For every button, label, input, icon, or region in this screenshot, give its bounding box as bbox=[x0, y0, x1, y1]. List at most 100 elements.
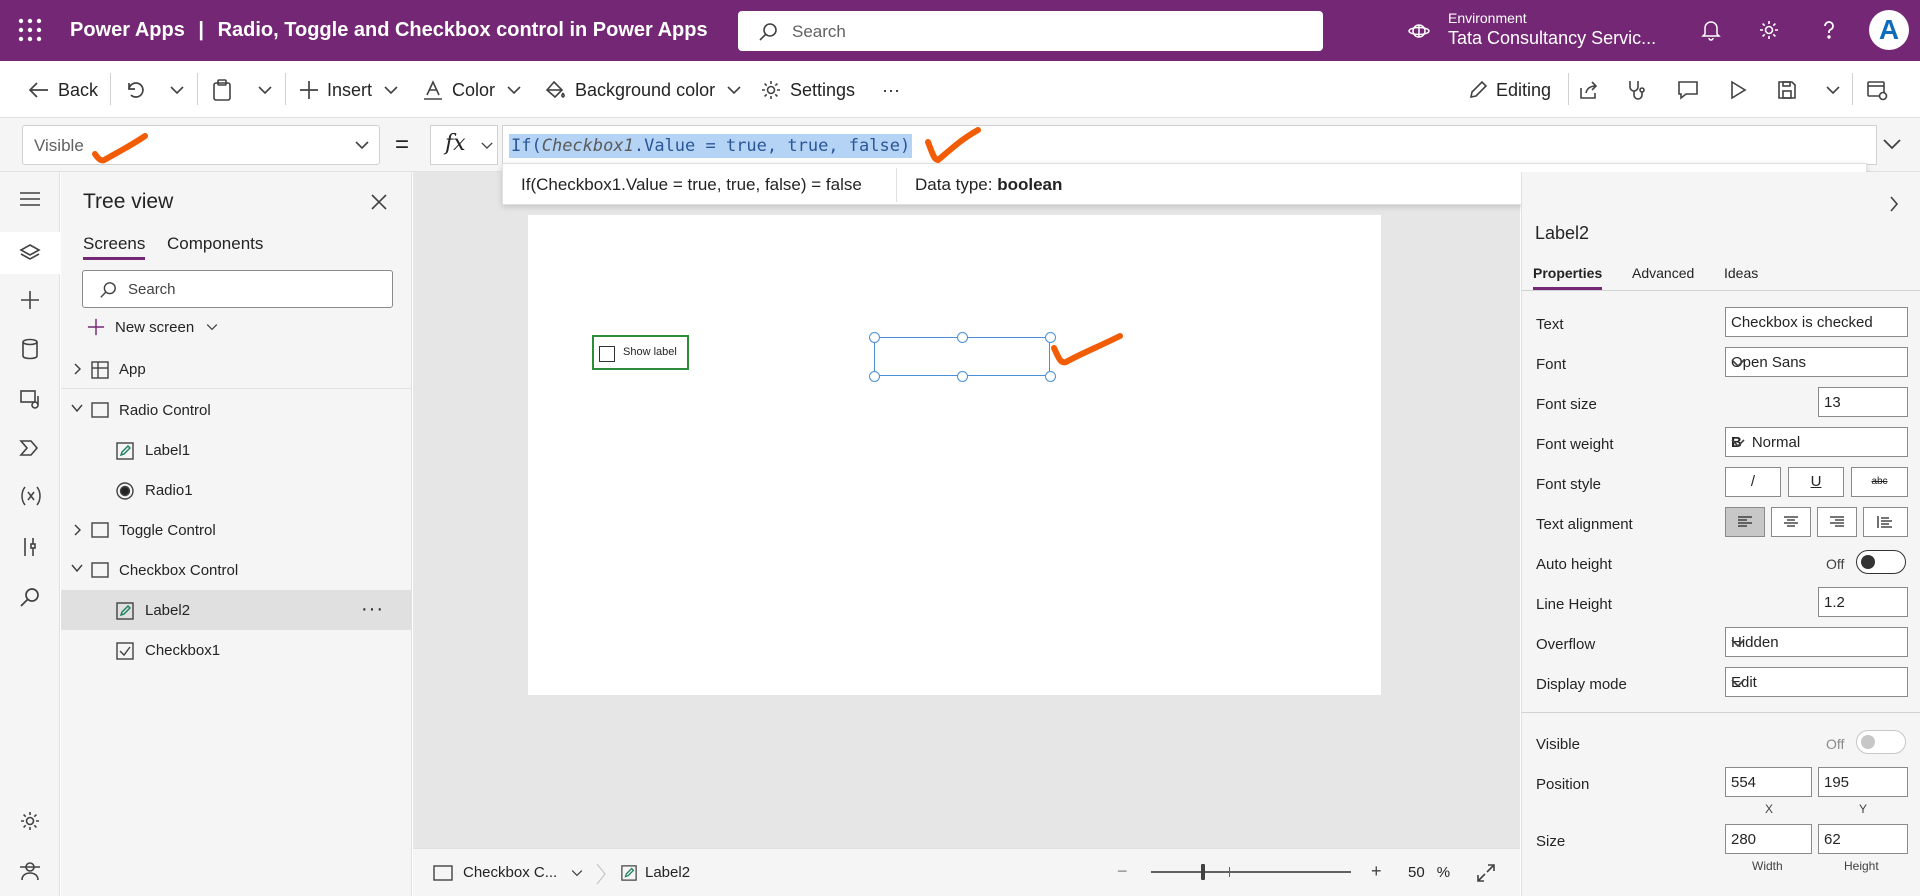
height-input[interactable]: 62 bbox=[1818, 824, 1908, 854]
visible-toggle[interactable] bbox=[1856, 730, 1906, 754]
publish-button[interactable] bbox=[1866, 75, 1888, 105]
undo-button[interactable] bbox=[124, 75, 144, 105]
layers-icon[interactable] bbox=[19, 243, 41, 263]
label2-selection[interactable] bbox=[869, 332, 1056, 382]
zoom-slider[interactable] bbox=[1151, 864, 1351, 880]
tree-item-checkbox-control[interactable]: Checkbox Control bbox=[61, 550, 411, 590]
tree-item-label2[interactable]: Label2 ··· bbox=[61, 590, 411, 630]
chevron-right-icon[interactable] bbox=[73, 363, 81, 375]
width-input[interactable]: 280 bbox=[1725, 824, 1812, 854]
tree-item-toggle-control[interactable]: Toggle Control bbox=[61, 510, 411, 550]
power-automate-icon[interactable] bbox=[19, 437, 41, 459]
resize-handle[interactable] bbox=[869, 332, 880, 343]
chevron-down-icon[interactable] bbox=[71, 564, 83, 572]
gear-icon[interactable] bbox=[1758, 19, 1780, 41]
more-commands-button[interactable]: ··· bbox=[882, 75, 900, 105]
expand-formula-icon[interactable] bbox=[1882, 138, 1902, 150]
close-icon[interactable] bbox=[371, 194, 387, 210]
tree-item-app[interactable]: App bbox=[61, 349, 411, 389]
function-button[interactable]: fx bbox=[430, 125, 498, 165]
tab-screens[interactable]: Screens bbox=[83, 234, 146, 260]
search-icon[interactable] bbox=[19, 586, 41, 608]
global-search[interactable]: Search bbox=[738, 11, 1323, 51]
waffle-icon[interactable] bbox=[18, 18, 42, 42]
checkbox-control[interactable]: Show label bbox=[592, 335, 689, 370]
paste-dropdown[interactable] bbox=[258, 75, 272, 105]
editing-button[interactable]: Editing bbox=[1468, 75, 1551, 105]
align-center-button[interactable] bbox=[1771, 507, 1811, 537]
preview-button[interactable] bbox=[1728, 75, 1748, 105]
paste-button[interactable] bbox=[212, 75, 232, 105]
align-left-button[interactable] bbox=[1725, 507, 1765, 537]
tree-item-radio1[interactable]: Radio1 bbox=[61, 470, 411, 510]
settings-button[interactable]: Settings bbox=[760, 75, 855, 105]
tree-search-input[interactable]: Search bbox=[82, 270, 393, 308]
chevron-down-icon[interactable] bbox=[71, 404, 83, 412]
tools-icon[interactable] bbox=[19, 536, 41, 558]
background-color-button[interactable]: Background color bbox=[545, 75, 741, 105]
font-weight-dropdown[interactable]: B Normal bbox=[1725, 427, 1908, 457]
tab-properties[interactable]: Properties bbox=[1533, 265, 1603, 290]
avatar[interactable]: A bbox=[1869, 10, 1909, 50]
position-y-input[interactable]: 195 bbox=[1818, 767, 1908, 797]
share-button[interactable] bbox=[1578, 75, 1600, 105]
property-dropdown[interactable]: Visible bbox=[22, 125, 380, 165]
font-dropdown[interactable]: Open Sans bbox=[1725, 347, 1908, 377]
tree-item-label1[interactable]: Label1 bbox=[61, 430, 411, 470]
app-checker-button[interactable] bbox=[1626, 75, 1648, 105]
tab-advanced[interactable]: Advanced bbox=[1632, 265, 1694, 281]
position-x-input[interactable]: 554 bbox=[1725, 767, 1812, 797]
italic-button[interactable]: / bbox=[1725, 467, 1781, 497]
variables-icon[interactable] bbox=[19, 484, 43, 508]
checkbox-box[interactable] bbox=[599, 346, 615, 362]
media-icon[interactable] bbox=[19, 388, 41, 410]
formula-input[interactable]: If(Checkbox1.Value = true, true, false) bbox=[502, 125, 1877, 165]
app-screen[interactable] bbox=[528, 215, 1381, 695]
hamburger-icon[interactable] bbox=[19, 190, 41, 208]
tree-item-checkbox1[interactable]: Checkbox1 bbox=[61, 630, 411, 670]
tab-ideas[interactable]: Ideas bbox=[1724, 265, 1758, 281]
color-button[interactable]: Color bbox=[422, 75, 521, 105]
chevron-right-icon[interactable] bbox=[73, 524, 81, 536]
virtual-agent-icon[interactable] bbox=[19, 860, 41, 882]
database-icon[interactable] bbox=[19, 338, 41, 360]
plus-icon[interactable] bbox=[19, 289, 41, 311]
resize-handle[interactable] bbox=[957, 332, 968, 343]
text-input[interactable]: Checkbox is checked bbox=[1725, 307, 1908, 337]
zoom-out-button[interactable]: − bbox=[1117, 861, 1128, 882]
help-icon[interactable] bbox=[1818, 19, 1840, 41]
environment-name[interactable]: Tata Consultancy Servic... bbox=[1448, 28, 1656, 49]
display-mode-dropdown[interactable]: Edit bbox=[1725, 667, 1908, 697]
save-button[interactable] bbox=[1777, 75, 1797, 105]
underline-button[interactable]: U bbox=[1788, 467, 1844, 497]
line-height-input[interactable]: 1.2 bbox=[1818, 587, 1908, 617]
font-size-input[interactable]: 13 bbox=[1818, 387, 1908, 417]
zoom-in-button[interactable]: + bbox=[1371, 861, 1382, 882]
insert-button[interactable]: Insert bbox=[299, 75, 398, 105]
tab-components[interactable]: Components bbox=[167, 234, 263, 254]
back-button[interactable]: Back bbox=[28, 75, 98, 105]
align-justify-button[interactable] bbox=[1863, 507, 1908, 537]
screen-breadcrumb[interactable]: Checkbox C... bbox=[433, 864, 583, 881]
save-dropdown[interactable] bbox=[1826, 75, 1840, 105]
undo-dropdown[interactable] bbox=[170, 75, 184, 105]
resize-handle[interactable] bbox=[957, 371, 968, 382]
bell-icon[interactable] bbox=[1700, 19, 1722, 41]
more-options-button[interactable]: ··· bbox=[361, 598, 384, 621]
zoom-value[interactable]: 50 % bbox=[1408, 864, 1450, 881]
environment-icon[interactable] bbox=[1408, 20, 1430, 42]
comments-button[interactable] bbox=[1677, 75, 1699, 105]
fit-to-window-icon[interactable] bbox=[1476, 863, 1496, 883]
align-right-button[interactable] bbox=[1817, 507, 1857, 537]
new-screen-button[interactable]: New screen bbox=[87, 318, 218, 336]
tree-item-radio-control[interactable]: Radio Control bbox=[61, 390, 411, 430]
chevron-right-icon[interactable] bbox=[1889, 196, 1899, 212]
settings-icon[interactable] bbox=[19, 810, 41, 832]
auto-height-toggle[interactable] bbox=[1856, 550, 1906, 574]
overflow-dropdown[interactable]: Hidden bbox=[1725, 627, 1908, 657]
zoom-slider-thumb[interactable] bbox=[1201, 864, 1205, 880]
resize-handle[interactable] bbox=[869, 371, 880, 382]
control-breadcrumb[interactable]: Label2 bbox=[621, 864, 690, 881]
resize-handle[interactable] bbox=[1045, 371, 1056, 382]
strikethrough-button[interactable]: abc bbox=[1851, 467, 1908, 497]
